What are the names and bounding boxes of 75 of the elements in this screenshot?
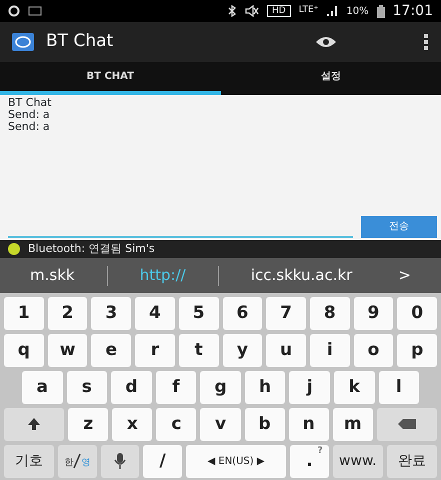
key[interactable]: a [22,371,63,404]
key-hint: ? [318,445,323,458]
key[interactable]: b [244,408,285,441]
chat-message: BT Chat [8,97,52,109]
microphone-icon [114,453,126,470]
backspace-icon [396,418,417,430]
eye-icon[interactable] [315,35,337,49]
key[interactable]: f [156,371,196,404]
suggestion[interactable]: icc.skku.ac.kr [236,264,366,287]
key[interactable]: z [68,408,108,441]
key[interactable]: www. [332,445,383,478]
key[interactable]: 7 [266,297,306,330]
key[interactable]: . ? [290,445,329,478]
battery-icon [376,4,385,18]
key[interactable]: p [397,334,438,367]
message-icon [28,6,42,16]
hd-label: HD [266,5,291,17]
space-key[interactable]: ◀ EN(US) ▶ [186,445,286,478]
key[interactable]: d [111,371,152,404]
key[interactable]: 기호 [4,445,54,478]
key[interactable]: h [244,371,286,404]
key[interactable]: 0 [397,297,438,330]
more-suggestions-button[interactable]: > [384,264,425,287]
slash-icon [73,453,82,470]
key[interactable]: i [310,334,350,367]
notification-icon [8,5,20,17]
key[interactable]: 3 [91,297,132,330]
key[interactable]: t [178,334,219,367]
shift-key[interactable] [4,408,64,441]
key[interactable]: 완료 [386,445,438,478]
key-label: 한 [64,458,74,468]
key[interactable]: v [200,408,241,441]
key[interactable]: 1 [4,297,44,330]
app-logo-icon [12,33,34,51]
key-label: 영 [81,458,90,468]
key[interactable]: 5 [178,297,219,330]
key[interactable]: j [289,371,330,404]
key[interactable]: 8 [310,297,350,330]
chat-message: Send: a [8,121,51,133]
suggestion[interactable]: m.skk [16,264,89,287]
key[interactable]: g [200,371,241,404]
key[interactable]: l [378,371,420,404]
key[interactable]: q [4,334,44,367]
bluetooth-icon [226,5,237,17]
connection-status: Bluetooth: 연결됨 Sim's [28,240,155,257]
chat-message: Send: a [8,109,51,121]
key[interactable]: c [156,408,196,441]
key[interactable]: / [143,445,182,478]
key[interactable]: k [334,371,374,404]
signal-icon [326,5,338,17]
key[interactable]: r [135,334,175,367]
key[interactable]: y [222,334,262,367]
language-key[interactable]: 한 영 [58,445,97,478]
overflow-menu-icon[interactable] [423,33,429,51]
key[interactable]: 4 [135,297,175,330]
key[interactable]: o [354,334,394,367]
mute-icon [244,5,259,17]
battery-percent: 10% [346,4,369,18]
key[interactable]: 6 [222,297,262,330]
voice-key[interactable] [100,445,140,478]
key[interactable]: n [288,408,329,441]
app-title: BT Chat [46,30,114,54]
key[interactable]: w [48,334,88,367]
clock: 17:01 [392,2,433,20]
key[interactable]: 2 [48,297,88,330]
key[interactable]: m [332,408,373,441]
key[interactable]: s [66,371,108,404]
up-arrow-icon [27,417,42,432]
network-label: LTE⁺ [298,4,318,18]
suggestion[interactable]: http:// [126,264,200,287]
key[interactable]: x [112,408,152,441]
key[interactable]: u [266,334,306,367]
key[interactable]: e [91,334,132,367]
backspace-key[interactable] [376,408,437,441]
key[interactable]: 9 [354,297,394,330]
